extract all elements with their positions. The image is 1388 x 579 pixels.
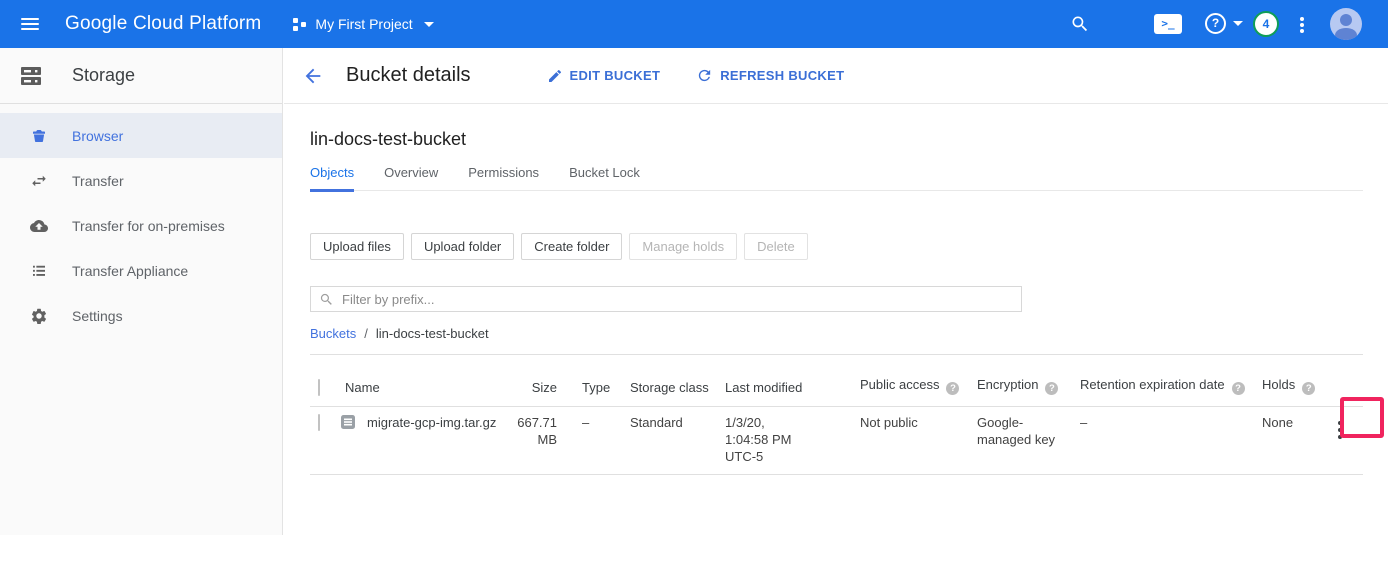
tab-overview[interactable]: Overview — [384, 165, 438, 190]
create-folder-button[interactable]: Create folder — [521, 233, 622, 260]
upload-files-button[interactable]: Upload files — [310, 233, 404, 260]
sidebar-item-transfer-on-premises[interactable]: Transfer for on-premises — [0, 203, 282, 248]
top-app-bar: Google Cloud Platform My First Project >… — [0, 0, 1388, 48]
column-holds[interactable]: Holds? — [1262, 378, 1320, 395]
cell-holds: None — [1262, 414, 1320, 431]
column-storage-class[interactable]: Storage class — [630, 381, 725, 395]
avatar[interactable] — [1330, 8, 1362, 40]
sidebar-item-settings[interactable]: Settings — [0, 293, 282, 338]
object-name-link[interactable]: migrate-gcp-img.tar.gz — [367, 414, 496, 431]
page-header: Bucket details EDIT BUCKET REFRESH BUCKE… — [284, 48, 1388, 104]
chevron-down-icon — [424, 22, 434, 27]
sidebar-item-label: Transfer Appliance — [72, 263, 188, 279]
sidebar-title: Storage — [72, 65, 135, 86]
cloud-shell-icon[interactable]: >_ — [1154, 14, 1182, 34]
main-content: lin-docs-test-bucket Objects Overview Pe… — [284, 104, 1388, 475]
tab-bar: Objects Overview Permissions Bucket Lock — [310, 165, 1363, 191]
bucket-name-heading: lin-docs-test-bucket — [310, 129, 1363, 150]
filter-box — [310, 286, 1022, 312]
notifications-badge[interactable]: 4 — [1253, 11, 1279, 37]
file-icon — [340, 414, 356, 430]
tab-bucket-lock[interactable]: Bucket Lock — [569, 165, 640, 190]
pencil-icon — [547, 68, 563, 84]
sidebar-item-transfer-appliance[interactable]: Transfer Appliance — [0, 248, 282, 293]
delete-button: Delete — [744, 233, 808, 260]
edit-bucket-button[interactable]: EDIT BUCKET — [547, 68, 661, 84]
sidebar-item-label: Transfer for on-premises — [72, 218, 225, 234]
column-size[interactable]: Size — [511, 381, 567, 395]
help-icon[interactable]: ? — [1302, 382, 1315, 395]
sidebar-item-label: Browser — [72, 128, 123, 144]
refresh-bucket-button[interactable]: REFRESH BUCKET — [696, 67, 844, 84]
swap-arrows-icon — [30, 172, 48, 190]
sidebar: Storage Browser Transfer Transfer for on… — [0, 48, 283, 535]
search-icon[interactable] — [1070, 14, 1090, 39]
cell-size: 667.71 MB — [511, 414, 567, 448]
help-icon[interactable]: ? — [1232, 382, 1245, 395]
page-title: Bucket details — [346, 64, 471, 87]
breadcrumb-current: lin-docs-test-bucket — [376, 326, 489, 341]
topbar-actions: >_ ? 4 — [1050, 0, 1388, 48]
storage-product-icon — [18, 64, 44, 88]
cell-public-access: Not public — [860, 414, 977, 431]
table-row: migrate-gcp-img.tar.gz 667.71 MB – Stand… — [310, 407, 1363, 475]
sidebar-item-label: Transfer — [72, 173, 124, 189]
breadcrumb-separator: / — [364, 326, 368, 341]
project-selector[interactable]: My First Project — [293, 16, 433, 32]
object-toolbar: Upload files Upload folder Create folder… — [310, 233, 1363, 260]
row-checkbox[interactable] — [318, 414, 320, 431]
column-last-modified[interactable]: Last modified — [725, 381, 860, 395]
gear-icon — [30, 307, 48, 325]
refresh-bucket-label: REFRESH BUCKET — [720, 68, 844, 83]
sidebar-item-label: Settings — [72, 308, 123, 324]
filter-by-prefix-input[interactable] — [342, 292, 1013, 307]
edit-bucket-label: EDIT BUCKET — [570, 68, 661, 83]
appliance-list-icon — [30, 262, 48, 280]
breadcrumb-buckets-link[interactable]: Buckets — [310, 326, 356, 341]
column-retention-expiration-date[interactable]: Retention expiration date? — [1080, 378, 1262, 395]
tab-permissions[interactable]: Permissions — [468, 165, 539, 190]
sidebar-item-browser[interactable]: Browser — [0, 113, 282, 158]
cell-retention-expiration-date: – — [1080, 414, 1262, 431]
refresh-icon — [696, 67, 713, 84]
more-options-icon[interactable] — [1300, 15, 1304, 35]
cloud-upload-icon — [30, 217, 48, 235]
cell-storage-class: Standard — [630, 414, 725, 431]
upload-folder-button[interactable]: Upload folder — [411, 233, 514, 260]
column-encryption[interactable]: Encryption? — [977, 378, 1080, 395]
arrow-back-icon — [302, 65, 324, 87]
sidebar-item-transfer[interactable]: Transfer — [0, 158, 282, 203]
project-icon — [293, 18, 306, 31]
cell-last-modified: 1/3/20, 1:04:58 PM UTC-5 — [725, 414, 805, 465]
cell-type: – — [567, 414, 630, 431]
project-name: My First Project — [315, 16, 412, 32]
brand-logo[interactable]: Google Cloud Platform — [65, 13, 261, 35]
column-type[interactable]: Type — [567, 381, 630, 395]
cell-encryption: Google-managed key — [977, 414, 1065, 448]
select-all-checkbox[interactable] — [318, 379, 320, 396]
help-icon[interactable]: ? — [946, 382, 959, 395]
row-actions-menu-icon[interactable] — [1338, 418, 1342, 442]
breadcrumb: Buckets / lin-docs-test-bucket — [310, 326, 1363, 341]
chevron-down-icon — [1233, 21, 1243, 26]
help-menu[interactable]: ? — [1205, 13, 1243, 34]
search-icon — [319, 292, 334, 307]
table-header: Name Size Type Storage class Last modifi… — [310, 355, 1363, 407]
manage-holds-button: Manage holds — [629, 233, 737, 260]
menu-icon[interactable] — [21, 15, 39, 33]
back-button[interactable] — [302, 65, 324, 87]
column-public-access[interactable]: Public access? — [860, 378, 977, 395]
column-name[interactable]: Name — [336, 381, 511, 395]
help-icon: ? — [1205, 13, 1226, 34]
sidebar-header: Storage — [0, 48, 282, 104]
bucket-icon — [30, 127, 48, 145]
help-icon[interactable]: ? — [1045, 382, 1058, 395]
tab-objects[interactable]: Objects — [310, 165, 354, 192]
